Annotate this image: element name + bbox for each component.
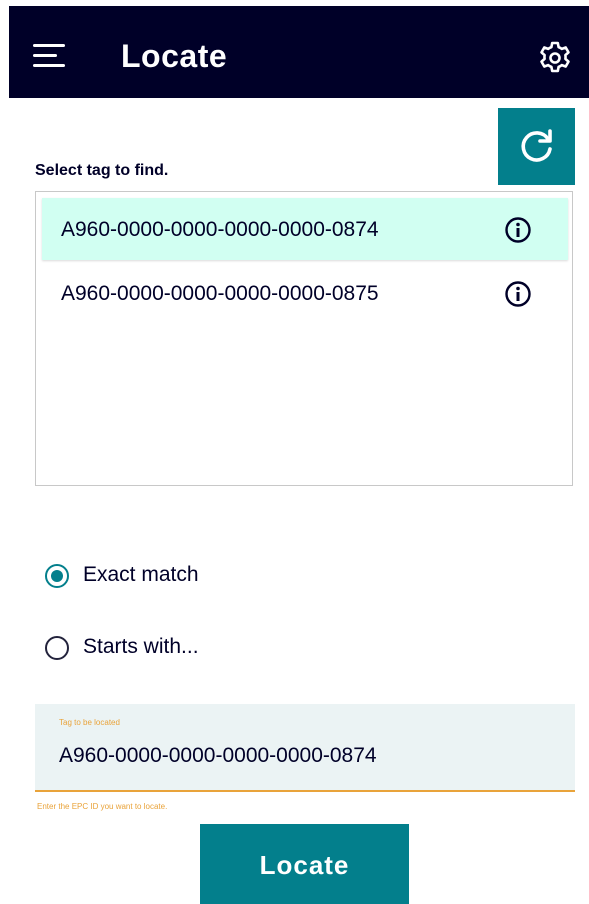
info-icon[interactable] (504, 216, 532, 244)
tag-input-field[interactable]: Tag to be located A960-0000-0000-0000-00… (35, 704, 575, 792)
tag-input-label: Tag to be located (59, 718, 120, 727)
radio-starts-with-label: Starts with... (83, 635, 199, 658)
tag-epc: A960-0000-0000-0000-0000-0874 (61, 218, 379, 241)
tag-input-helper-text: Enter the EPC ID you want to locate. (37, 802, 168, 811)
hamburger-menu-icon-line (33, 54, 57, 57)
settings-button[interactable] (537, 40, 573, 76)
hamburger-menu-icon (33, 44, 65, 47)
refresh-button[interactable] (498, 108, 575, 185)
gear-icon (540, 41, 570, 73)
refresh-icon (521, 129, 552, 162)
tag-list: A960-0000-0000-0000-0000-0874 A960-0000-… (35, 191, 573, 486)
tag-epc: A960-0000-0000-0000-0000-0875 (61, 282, 379, 305)
tag-list-label: Select tag to find. (35, 162, 169, 179)
hamburger-menu-icon-line (33, 64, 65, 67)
page-title: Locate (121, 38, 228, 74)
tag-list-item[interactable]: A960-0000-0000-0000-0000-0875 (42, 262, 568, 324)
info-icon[interactable] (504, 280, 532, 308)
app-header: Locate (9, 6, 589, 98)
tag-input-value[interactable]: A960-0000-0000-0000-0000-0874 (59, 744, 377, 768)
tag-list-item-selected[interactable]: A960-0000-0000-0000-0000-0874 (42, 198, 568, 260)
menu-button[interactable] (33, 44, 73, 70)
locate-button[interactable]: Locate (200, 824, 409, 904)
radio-exact-match-label: Exact match (83, 563, 199, 586)
locate-button-label: Locate (259, 850, 350, 880)
radio-unchecked-icon (45, 636, 69, 660)
radio-checked-icon (45, 564, 69, 588)
